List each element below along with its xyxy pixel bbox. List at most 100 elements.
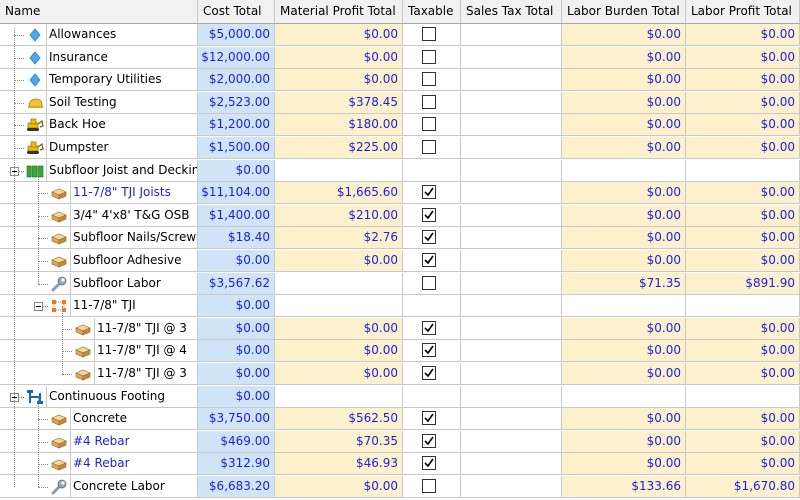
taxable-checkbox[interactable] [422,140,436,154]
name-cell[interactable]: 11-7/8" TJI @ 3 [0,363,198,385]
cost-total-cell[interactable]: $0.00 [198,317,275,340]
material-profit-cell[interactable]: $1,665.60 [275,182,403,205]
column-header-name[interactable]: Name [0,0,198,23]
table-row[interactable]: Subfloor Adhesive $0.00 $0.00 $0.00 $0.00 [0,250,800,273]
name-cell[interactable]: 11-7/8" TJI @ 4 [0,340,198,363]
table-row[interactable]: Back Hoe $1,200.00 $180.00 $0.00 $0.00 [0,114,800,137]
group-row[interactable]: Subfloor Joist and Decking $0.00 [0,159,800,183]
table-row[interactable]: Soil Testing $2,523.00 $378.45 $0.00 $0.00 [0,91,800,115]
taxable-checkbox-checked[interactable] [422,253,436,267]
material-profit-cell[interactable]: $0.00 [275,250,403,272]
cost-total-cell[interactable]: $18.40 [198,227,275,250]
taxable-checkbox[interactable] [422,72,436,87]
labor-burden-cell[interactable]: $0.00 [562,227,686,250]
taxable-checkbox[interactable] [422,94,436,109]
table-row[interactable]: Subfloor Labor $3,567.62 $71.35 $891.90 [0,272,800,296]
table-row[interactable]: 11-7/8" TJI @ 3 $0.00 $0.00 $0.00 $0.00 [0,363,800,386]
column-header-labor-profit-total[interactable]: Labor Profit Total [686,0,800,23]
cost-total-cell[interactable]: $0.00 [198,250,275,272]
table-row[interactable]: 11-7/8" TJI Joists $11,104.00 $1,665.60 $0.… [0,182,800,205]
sales-tax-cell[interactable] [461,317,562,340]
cost-total-cell[interactable]: $0.00 [198,159,275,182]
name-cell[interactable]: 11-7/8" TJI [0,295,198,318]
labor-profit-cell[interactable]: $0.00 [686,91,800,114]
taxable-checkbox-checked[interactable] [422,343,436,358]
item-name[interactable]: 11-7/8" TJI Joists [70,182,197,204]
labor-burden-cell[interactable]: $0.00 [562,114,686,137]
material-profit-cell[interactable]: $46.93 [275,453,403,476]
labor-burden-cell[interactable]: $0.00 [562,137,686,159]
name-cell[interactable]: #4 Rebar [0,430,198,453]
labor-profit-cell[interactable] [686,159,800,182]
taxable-checkbox[interactable] [422,27,436,41]
cost-total-cell[interactable]: $11,104.00 [198,182,275,205]
name-cell[interactable]: Subfloor Nails/Screws [0,227,198,250]
cost-total-cell[interactable]: $2,523.00 [198,91,275,114]
labor-profit-cell[interactable]: $891.90 [686,272,800,295]
table-row[interactable]: 3/4" 4'x8' T&G OSB $1,400.00 $210.00 $0.00 $… [0,204,800,228]
labor-profit-cell[interactable]: $0.00 [686,317,800,340]
labor-profit-cell[interactable]: $0.00 [686,250,800,272]
labor-burden-cell[interactable]: $0.00 [562,204,686,227]
sales-tax-cell[interactable] [461,91,562,114]
sales-tax-cell[interactable] [461,114,562,137]
material-profit-cell[interactable]: $0.00 [275,340,403,363]
name-cell[interactable]: 3/4" 4'x8' T&G OSB [0,204,198,227]
cost-total-cell[interactable]: $1,400.00 [198,204,275,227]
sales-tax-cell[interactable] [461,137,562,159]
sales-tax-cell[interactable] [461,24,562,46]
sales-tax-cell[interactable] [461,250,562,272]
table-row[interactable]: #4 Rebar $312.90 $46.93 $0.00 $0.00 [0,453,800,476]
labor-profit-cell[interactable] [686,385,800,408]
material-profit-cell[interactable]: $562.50 [275,408,403,431]
name-cell[interactable]: Subfloor Labor [0,272,198,295]
collapse-toggle-icon[interactable] [34,302,43,312]
sales-tax-cell[interactable] [461,272,562,295]
group-row[interactable]: 11-7/8" TJI $0.00 [0,295,800,318]
cost-total-cell[interactable]: $0.00 [198,363,275,385]
cost-total-cell[interactable]: $6,683.20 [198,476,275,498]
labor-profit-cell[interactable]: $0.00 [686,137,800,159]
group-row[interactable]: Continuous Footing $0.00 [0,385,800,409]
table-row[interactable]: Allowances $5,000.00 $0.00 $0.00 $0.00 [0,24,800,47]
cost-total-cell[interactable]: $0.00 [198,385,275,408]
name-cell[interactable]: Concrete [0,408,198,431]
labor-profit-cell[interactable]: $0.00 [686,453,800,476]
material-profit-cell[interactable]: $225.00 [275,137,403,159]
name-cell[interactable]: 11-7/8" TJI Joists [0,182,198,205]
taxable-checkbox-checked[interactable] [422,366,436,380]
name-cell[interactable]: Soil Testing [0,91,198,114]
cost-total-cell[interactable]: $1,200.00 [198,114,275,137]
name-cell[interactable]: 11-7/8" TJI @ 3 [0,317,198,340]
labor-burden-cell[interactable]: $0.00 [562,430,686,453]
labor-burden-cell[interactable]: $71.35 [562,272,686,295]
material-profit-cell[interactable]: $0.00 [275,476,403,498]
taxable-checkbox-checked[interactable] [422,411,436,426]
material-profit-cell[interactable]: $210.00 [275,204,403,227]
cost-total-cell[interactable]: $3,750.00 [198,408,275,431]
material-profit-cell[interactable] [275,272,403,295]
labor-burden-cell[interactable]: $133.66 [562,476,686,498]
cost-total-cell[interactable]: $5,000.00 [198,24,275,46]
name-cell[interactable]: Subfloor Joist and Decking [0,159,198,182]
cost-total-cell[interactable]: $3,567.62 [198,272,275,295]
labor-profit-cell[interactable]: $0.00 [686,24,800,46]
material-profit-cell[interactable] [275,295,403,318]
taxable-checkbox-checked[interactable] [422,320,436,335]
labor-burden-cell[interactable]: $0.00 [562,91,686,114]
labor-burden-cell[interactable]: $0.00 [562,250,686,272]
labor-profit-cell[interactable]: $0.00 [686,408,800,431]
sales-tax-cell[interactable] [461,227,562,250]
sales-tax-cell[interactable] [461,453,562,476]
labor-profit-cell[interactable]: $0.00 [686,69,800,92]
column-header-sales-tax-total[interactable]: Sales Tax Total [461,0,562,23]
material-profit-cell[interactable] [275,159,403,182]
column-header-taxable[interactable]: Taxable [403,0,461,23]
name-cell[interactable]: Allowances [0,24,198,46]
sales-tax-cell[interactable] [461,385,562,408]
name-cell[interactable]: Insurance [0,46,198,69]
sales-tax-cell[interactable] [461,204,562,227]
taxable-checkbox[interactable] [422,479,436,493]
cost-total-cell[interactable]: $2,000.00 [198,69,275,92]
sales-tax-cell[interactable] [461,476,562,498]
